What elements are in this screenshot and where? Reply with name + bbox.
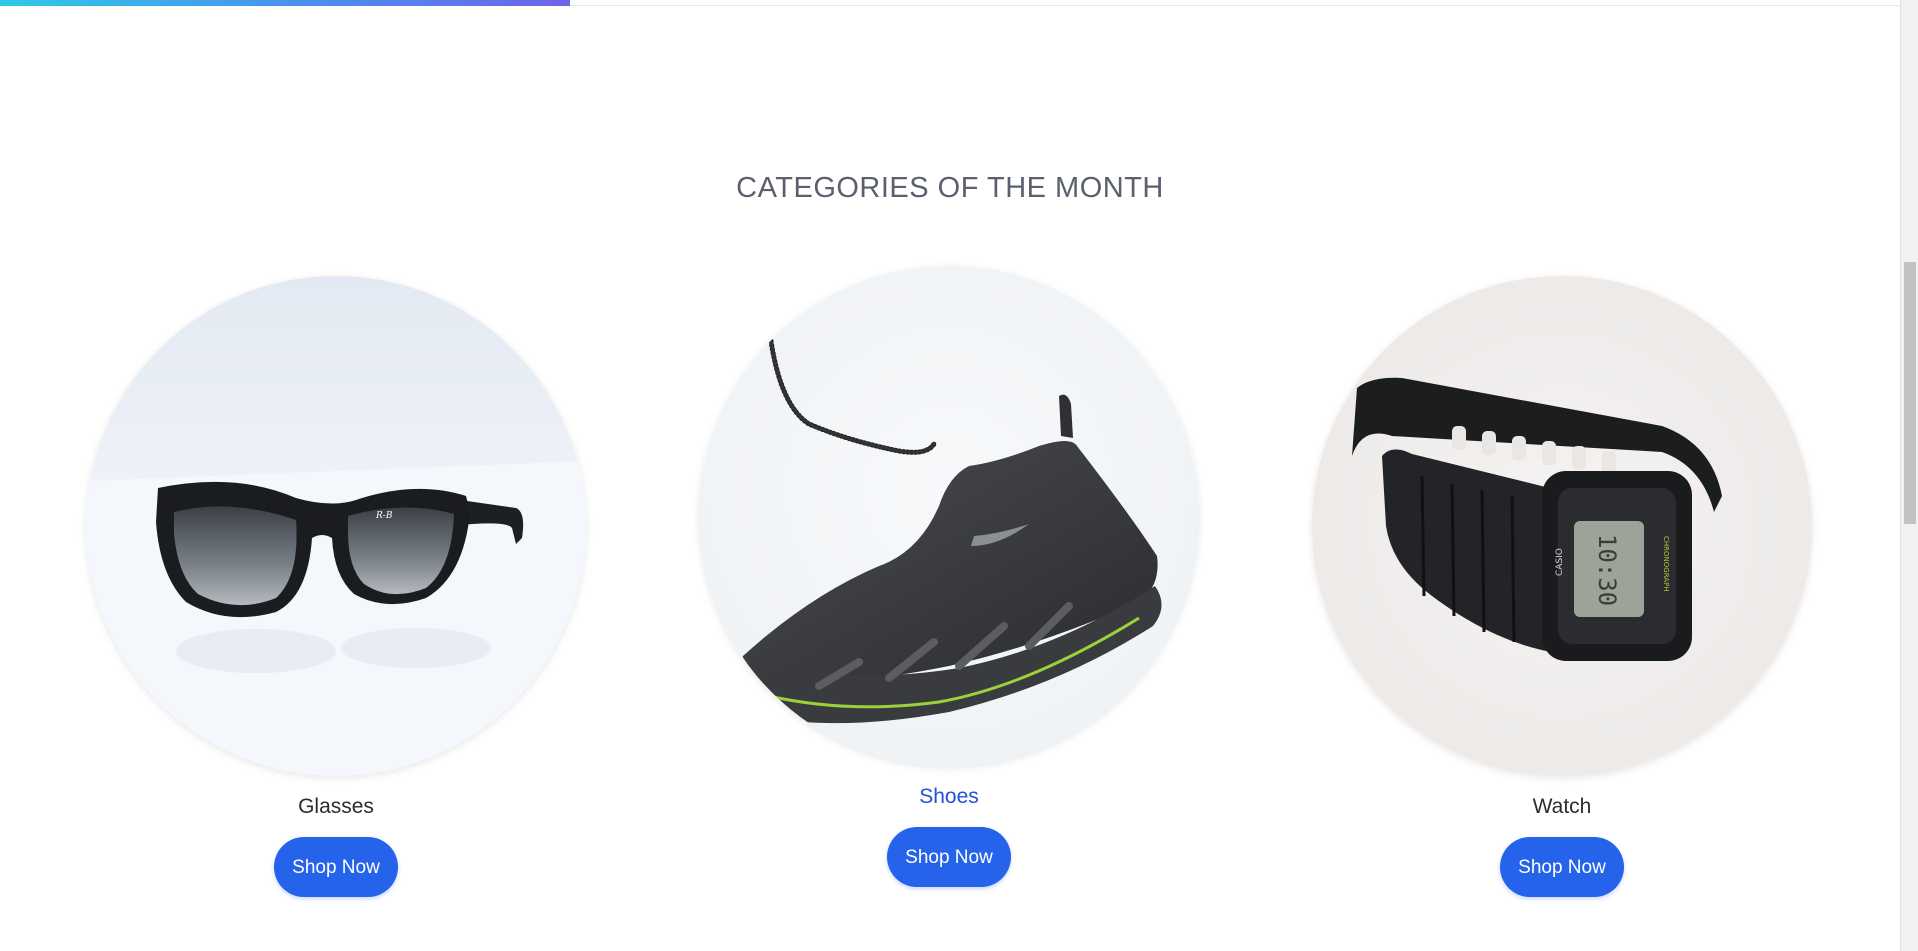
- sneaker-image: [699, 266, 1199, 766]
- svg-text:CASIO: CASIO: [1555, 548, 1565, 576]
- sunglasses-image: R-B: [86, 276, 586, 776]
- shop-now-button-watch[interactable]: Shop Now: [1500, 837, 1624, 897]
- category-card-shoes: Shoes Shop Now: [699, 266, 1199, 887]
- wristwatch-image: 10:30 CASIO CHRONOGRAPH: [1312, 276, 1812, 776]
- category-image-watch[interactable]: 10:30 CASIO CHRONOGRAPH: [1312, 276, 1812, 776]
- scrollbar-thumb[interactable]: [1904, 262, 1916, 524]
- category-card-watch: 10:30 CASIO CHRONOGRAPH Watch Shop Now: [1312, 276, 1812, 897]
- category-name[interactable]: Watch: [1312, 794, 1812, 820]
- shop-now-button-glasses[interactable]: Shop Now: [274, 837, 398, 897]
- svg-text:CHRONOGRAPH: CHRONOGRAPH: [1662, 536, 1670, 592]
- category-image-glasses[interactable]: R-B: [86, 276, 586, 776]
- page: CATEGORIES OF THE MONTH R-B Glasses Shop…: [0, 0, 1918, 951]
- svg-text:R-B: R-B: [375, 511, 393, 521]
- shop-now-button-shoes[interactable]: Shop Now: [887, 827, 1011, 887]
- reading-progress-fill: [0, 0, 570, 6]
- page-scrollbar[interactable]: [1900, 0, 1918, 951]
- category-image-shoes[interactable]: [699, 266, 1199, 766]
- category-name[interactable]: Shoes: [699, 784, 1199, 810]
- reading-progress-bar: [0, 0, 1900, 6]
- category-name[interactable]: Glasses: [86, 794, 586, 820]
- section-title: CATEGORIES OF THE MONTH: [736, 172, 1164, 205]
- svg-text:10:30: 10:30: [1593, 534, 1621, 606]
- category-card-glasses: R-B Glasses Shop Now: [86, 276, 586, 897]
